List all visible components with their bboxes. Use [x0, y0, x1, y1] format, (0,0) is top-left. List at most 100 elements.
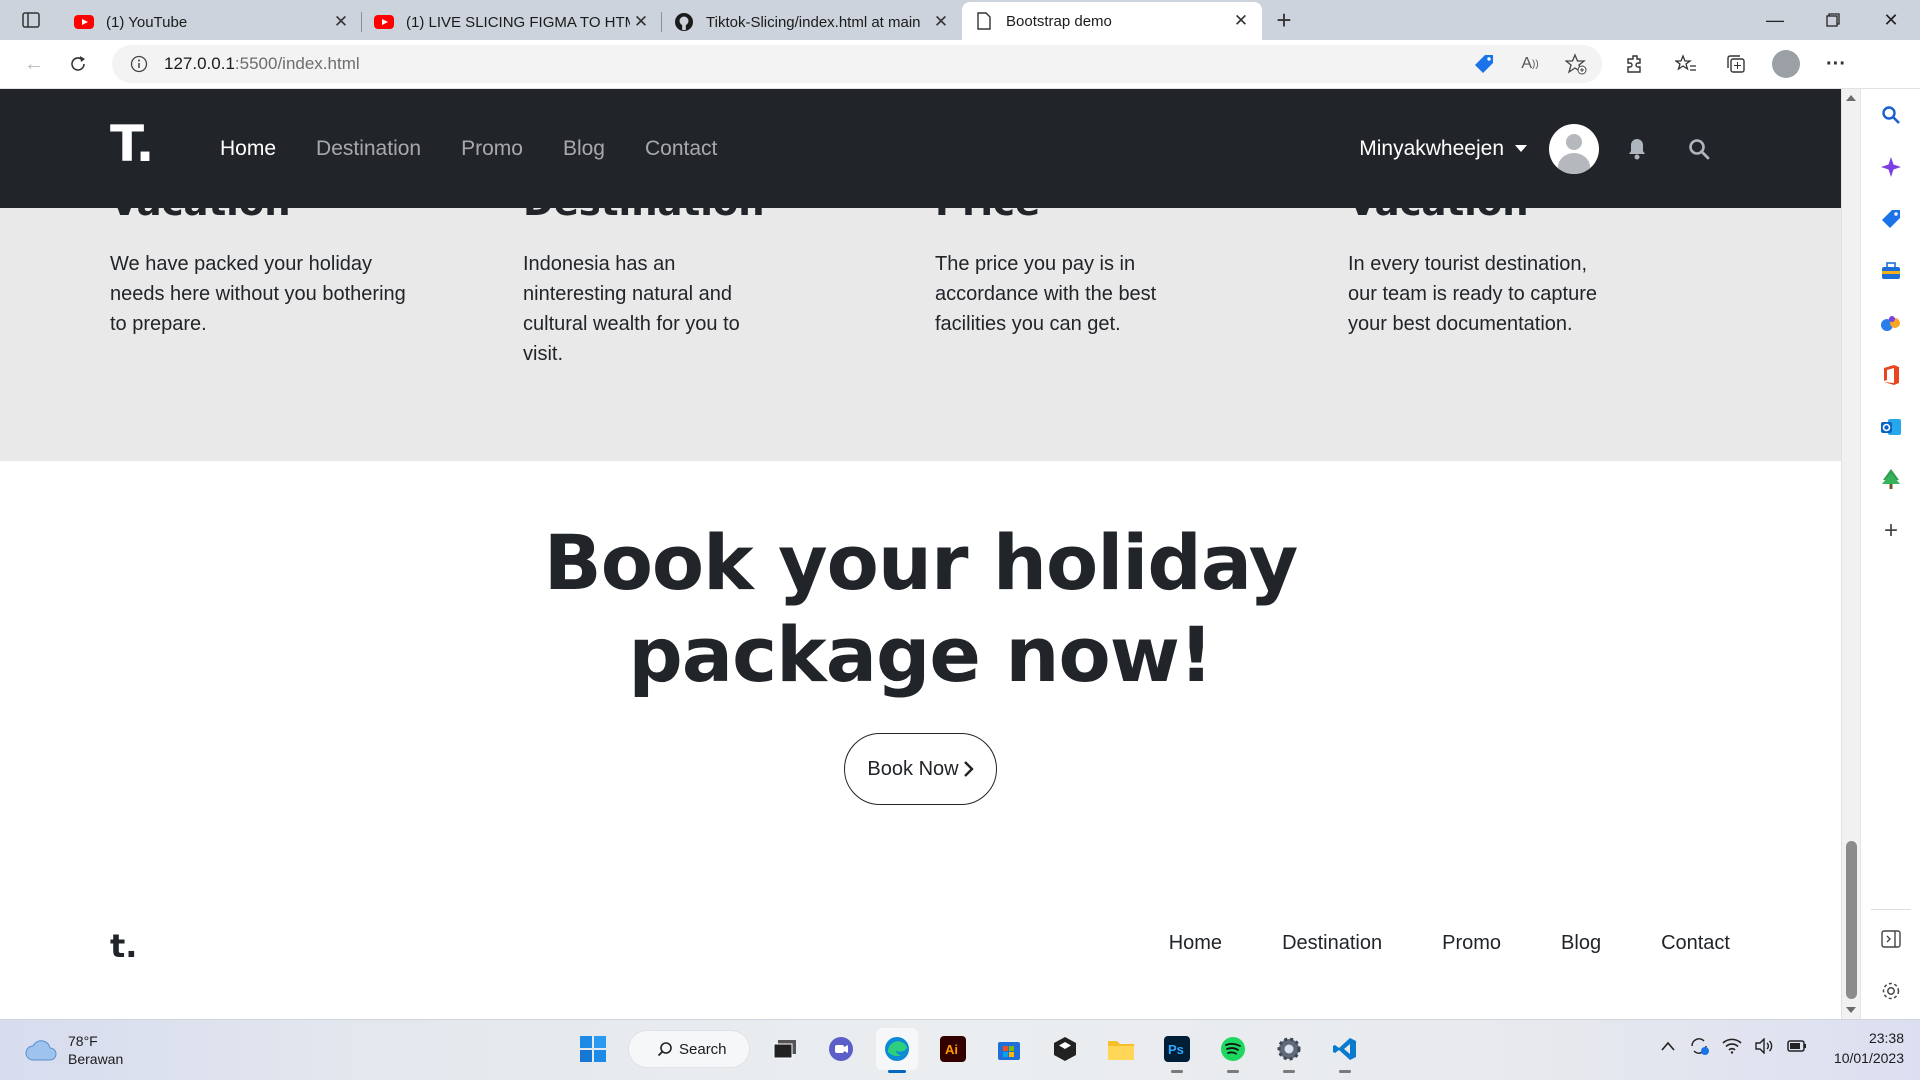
youtube-icon — [374, 12, 394, 32]
close-tab-icon[interactable]: ✕ — [630, 11, 652, 33]
battery-icon[interactable] — [1786, 1038, 1808, 1059]
add-icon[interactable]: + — [1879, 517, 1903, 544]
windows-taskbar: 78°F Berawan Search Ai Ps 23:38 10/01/20… — [0, 1019, 1920, 1080]
illustrator-icon[interactable]: Ai — [932, 1028, 974, 1070]
close-tab-icon[interactable]: ✕ — [330, 11, 352, 33]
edge-app-icon[interactable] — [876, 1028, 918, 1073]
caret-down-icon — [1515, 145, 1527, 152]
site-info-icon[interactable] — [128, 53, 150, 75]
footer-logo[interactable]: t. — [110, 927, 137, 965]
nav-links: Home Destination Promo Blog Contact — [220, 89, 717, 208]
outlook-icon[interactable] — [1879, 415, 1903, 439]
browser-tab[interactable]: Tiktok-Slicing/index.html at main ✕ — [662, 4, 962, 40]
spotify-icon[interactable] — [1212, 1028, 1254, 1073]
tab-actions-button[interactable] — [0, 0, 62, 40]
tab-actions-icon — [22, 12, 40, 28]
back-icon[interactable]: ← — [12, 44, 56, 84]
close-window-icon[interactable]: ✕ — [1862, 0, 1920, 40]
youtube-icon — [74, 12, 94, 32]
book-now-label: Book Now — [867, 757, 959, 780]
copilot-sparkle-icon[interactable] — [1879, 155, 1903, 179]
browser-tab[interactable]: (1) YouTube ✕ — [62, 4, 362, 40]
username: Minyakwheejen — [1359, 136, 1504, 160]
footer-link-blog[interactable]: Blog — [1561, 932, 1601, 955]
scroll-up-icon[interactable] — [1846, 95, 1856, 101]
nav-link-home[interactable]: Home — [220, 137, 276, 161]
sync-icon[interactable] — [1688, 1036, 1710, 1061]
page-icon — [974, 11, 994, 31]
date: 10/01/2023 — [1833, 1050, 1904, 1066]
footer-link-home[interactable]: Home — [1169, 932, 1222, 955]
volume-icon[interactable] — [1754, 1036, 1774, 1059]
nav-link-contact[interactable]: Contact — [645, 137, 717, 161]
unity-hub-icon[interactable] — [1044, 1028, 1086, 1070]
weather-widget[interactable]: 78°F Berawan — [24, 1032, 123, 1068]
feature-text: The price you pay is in accordance with … — [935, 253, 1157, 335]
cta-heading: Book your holiday package now! — [0, 517, 1841, 701]
restore-icon[interactable] — [1804, 0, 1862, 40]
hide-sidebar-icon[interactable] — [1879, 927, 1903, 951]
read-aloud-icon[interactable]: A)) — [1514, 55, 1546, 73]
browser-tab[interactable]: (1) LIVE SLICING FIGMA TO HTML ✕ — [362, 4, 662, 40]
refresh-icon[interactable] — [56, 44, 100, 84]
start-button[interactable] — [572, 1028, 614, 1070]
microsoft-store-icon[interactable] — [988, 1028, 1030, 1070]
tools-icon[interactable] — [1879, 259, 1903, 283]
nav-link-promo[interactable]: Promo — [461, 137, 523, 161]
address-bar[interactable]: 127.0.0.1:5500/index.html A)) — [112, 45, 1602, 83]
file-explorer-icon[interactable] — [1100, 1028, 1142, 1070]
feature-text: We have packed your holiday needs here w… — [110, 253, 406, 335]
settings-gear-icon[interactable] — [1268, 1028, 1310, 1073]
vscode-icon[interactable] — [1324, 1028, 1366, 1073]
tab-title: (1) YouTube — [106, 13, 188, 31]
bell-icon[interactable] — [1625, 137, 1649, 161]
settings-gear-icon[interactable] — [1879, 979, 1903, 1003]
nav-link-blog[interactable]: Blog — [563, 137, 605, 161]
cta-section: Book your holiday package now! Book Now — [0, 461, 1841, 805]
footer-link-destination[interactable]: Destination — [1282, 932, 1382, 955]
scroll-down-icon[interactable] — [1846, 1007, 1856, 1013]
system-tray: 23:38 10/01/2023 — [1660, 1028, 1904, 1068]
minimize-icon[interactable]: — — [1746, 0, 1804, 40]
search-icon[interactable] — [1879, 103, 1903, 127]
new-tab-button[interactable]: + — [1262, 0, 1306, 40]
running-indicator — [1339, 1070, 1351, 1073]
add-favorite-icon[interactable] — [1560, 53, 1592, 75]
divider — [1871, 909, 1911, 910]
search-icon[interactable] — [1687, 137, 1711, 161]
wifi-icon[interactable] — [1722, 1038, 1742, 1059]
games-icon[interactable] — [1879, 311, 1903, 335]
profile-avatar — [1772, 50, 1800, 78]
nav-link-destination[interactable]: Destination — [316, 137, 421, 161]
scrollbar-thumb[interactable] — [1846, 841, 1857, 999]
footer-link-contact[interactable]: Contact — [1661, 932, 1730, 955]
photoshop-icon[interactable]: Ps — [1156, 1028, 1198, 1073]
task-view-icon[interactable] — [764, 1028, 806, 1070]
collections-icon[interactable] — [1714, 44, 1758, 84]
shopping-tag-icon[interactable] — [1879, 207, 1903, 231]
running-indicator — [1283, 1070, 1295, 1073]
user-avatar[interactable] — [1549, 123, 1599, 174]
browser-tab-active[interactable]: Bootstrap demo ✕ — [962, 2, 1262, 40]
chevron-up-icon[interactable] — [1660, 1039, 1676, 1057]
extensions-icon[interactable] — [1614, 44, 1658, 84]
active-indicator — [888, 1070, 906, 1073]
favorites-icon[interactable] — [1664, 44, 1708, 84]
office-icon[interactable] — [1879, 363, 1903, 387]
tree-icon[interactable] — [1879, 467, 1903, 491]
cta-heading-line-2: package now! — [628, 610, 1213, 699]
book-now-button[interactable]: Book Now — [844, 733, 997, 805]
user-dropdown[interactable]: Minyakwheejen — [1359, 137, 1527, 161]
footer-link-promo[interactable]: Promo — [1442, 932, 1501, 955]
close-tab-icon[interactable]: ✕ — [930, 11, 952, 33]
close-tab-icon[interactable]: ✕ — [1230, 10, 1252, 32]
browser-toolbar: ← 127.0.0.1:5500/index.html A)) ··· — [0, 40, 1920, 89]
clock[interactable]: 23:38 10/01/2023 — [1834, 1028, 1904, 1068]
shopping-tag-icon[interactable] — [1468, 53, 1500, 75]
site-logo[interactable]: T. — [110, 115, 155, 173]
profile-button[interactable] — [1764, 44, 1808, 84]
page-scrollbar[interactable] — [1841, 89, 1860, 1019]
teams-chat-icon[interactable] — [820, 1028, 862, 1070]
more-menu-icon[interactable]: ··· — [1814, 44, 1858, 84]
taskbar-search[interactable]: Search — [628, 1030, 750, 1068]
